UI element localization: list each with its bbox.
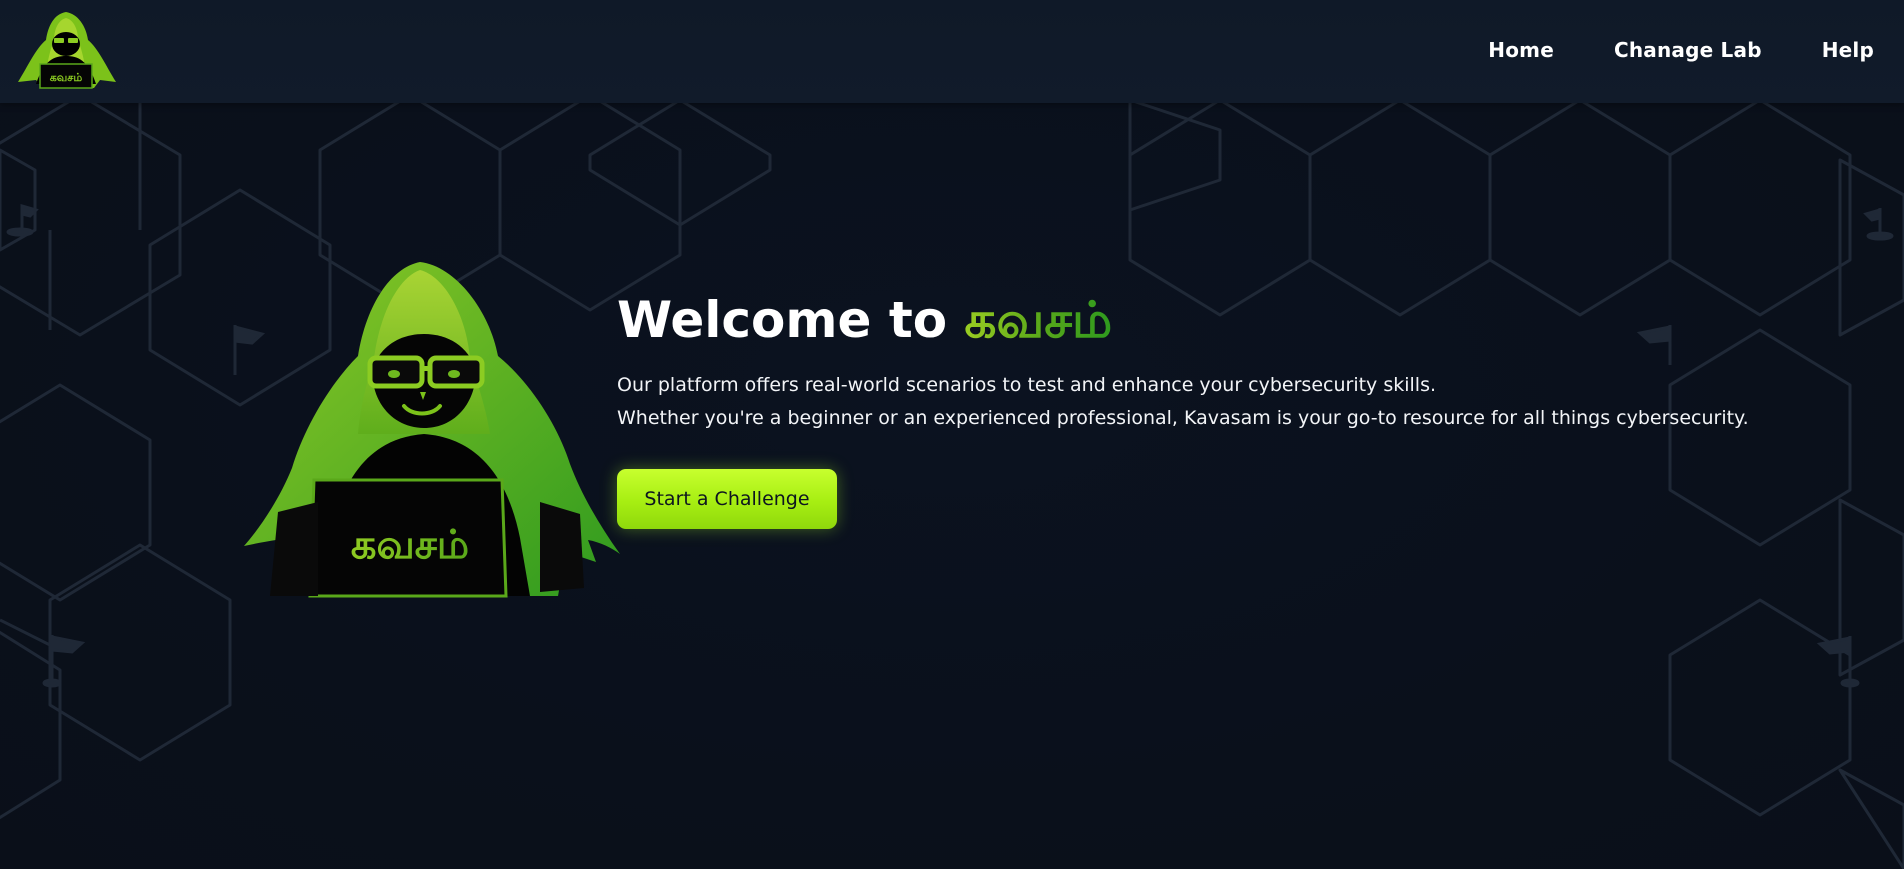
top-navbar: கவசம் Home Chanage Lab Help [0, 0, 1904, 103]
nav-link-help[interactable]: Help [1822, 38, 1874, 62]
start-challenge-button[interactable]: Start a Challenge [617, 469, 837, 529]
hero-title-brand: கவசம் [964, 291, 1113, 349]
hooded-hacker-logo-icon[interactable]: கவசம் [14, 10, 118, 90]
hero-description-line-1: Our platform offers real-world scenarios… [617, 374, 1437, 396]
nav-links: Home Chanage Lab Help [1428, 0, 1874, 100]
hero-description-line-2: Whether you're a beginner or an experien… [617, 407, 1749, 429]
hero-title: Welcome to கவசம் [617, 285, 1749, 355]
hero-art-text: கவசம் [351, 522, 469, 568]
nav-link-change-lab[interactable]: Chanage Lab [1614, 38, 1762, 62]
nav-link-home[interactable]: Home [1488, 38, 1554, 62]
logo-text: கவசம் [50, 71, 83, 84]
hooded-hacker-illustration: கவசம் [244, 262, 620, 598]
hero-section: Welcome to கவசம் Our platform offers rea… [617, 285, 1749, 529]
hero-description: Our platform offers real-world scenarios… [617, 369, 1749, 435]
page: கவசம் Home Chanage Lab Help கவசம் Welcom… [0, 0, 1904, 869]
hero-title-prefix: Welcome to [617, 291, 965, 349]
